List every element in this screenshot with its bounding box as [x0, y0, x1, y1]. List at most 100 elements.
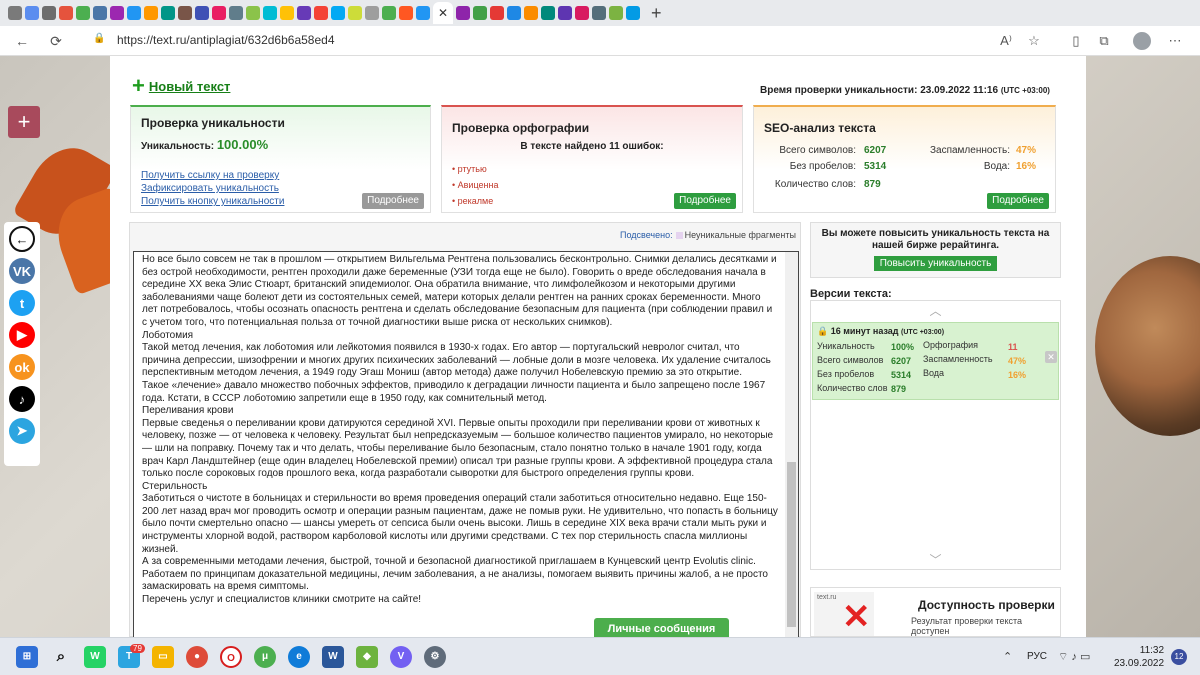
profile-avatar[interactable]	[1133, 32, 1151, 50]
paragraph: Такое «лечение» давало множество побочны…	[142, 379, 766, 404]
browser-tab[interactable]	[490, 6, 504, 20]
browser-tab[interactable]	[365, 6, 379, 20]
spelling-error-item[interactable]: • рекалме	[452, 196, 493, 206]
check-time-label: Время проверки уникальности: 23.09.2022 …	[760, 85, 999, 96]
favorite-star-icon[interactable]: ☆	[1024, 31, 1044, 51]
browser-tab[interactable]	[42, 6, 56, 20]
split-screen-icon[interactable]: ▯	[1066, 31, 1086, 51]
uniqueness-more-button[interactable]: Подробнее	[362, 193, 424, 209]
browser-tab[interactable]	[575, 6, 589, 20]
browser-menu-icon[interactable]: ⋯	[1165, 31, 1185, 51]
browser-tab[interactable]	[263, 6, 277, 20]
new-tab-button[interactable]: +	[651, 3, 662, 23]
word-icon[interactable]: W	[322, 646, 344, 668]
start-button-icon[interactable]: ⊞	[16, 646, 38, 668]
browser-tab[interactable]	[331, 6, 345, 20]
tab-close-icon[interactable]: ✕	[433, 2, 453, 24]
browser-tab[interactable]	[127, 6, 141, 20]
edge-icon[interactable]: e	[288, 646, 310, 668]
url-input[interactable]: https://text.ru/antiplagiat/632d6b6a58ed…	[117, 33, 335, 47]
browser-tab[interactable]	[609, 6, 623, 20]
browser-tab[interactable]	[144, 6, 158, 20]
browser-tab[interactable]	[348, 6, 362, 20]
lock-icon[interactable]: 🔒	[93, 33, 105, 44]
collections-icon[interactable]: ⧉	[1094, 31, 1114, 51]
get-link-link[interactable]: Получить ссылку на проверку	[141, 170, 279, 181]
browser-tab[interactable]	[161, 6, 175, 20]
browser-tab[interactable]	[456, 6, 470, 20]
torrent-icon[interactable]: μ	[254, 646, 276, 668]
browser-tab[interactable]	[524, 6, 538, 20]
back-icon[interactable]: ←	[9, 226, 35, 252]
chevron-up-icon[interactable]: ︿	[811, 302, 1060, 320]
tray-chevron-icon[interactable]: ⌃	[1003, 650, 1012, 663]
browser-tab[interactable]	[592, 6, 606, 20]
spelling-more-button[interactable]: Подробнее	[674, 193, 736, 209]
browser-tab[interactable]	[280, 6, 294, 20]
browser-tab[interactable]	[212, 6, 226, 20]
browser-tab[interactable]	[473, 6, 487, 20]
browser-tab[interactable]	[382, 6, 396, 20]
browser-tab[interactable]	[541, 6, 555, 20]
browser-tab[interactable]	[195, 6, 209, 20]
add-widget-button[interactable]: +	[8, 106, 40, 138]
vk-icon[interactable]: VK	[9, 258, 35, 284]
spelling-error-item[interactable]: • ртутью	[452, 164, 487, 174]
app-icon[interactable]: ◆	[356, 646, 378, 668]
browser-tab[interactable]	[416, 6, 430, 20]
browser-tab[interactable]	[297, 6, 311, 20]
editor-scrollbar[interactable]	[785, 252, 798, 637]
reload-icon[interactable]: ⟳	[46, 31, 66, 51]
browser-tab[interactable]	[8, 6, 22, 20]
chevron-down-icon[interactable]: ﹀	[811, 551, 1060, 569]
browser-tab[interactable]	[314, 6, 328, 20]
highlight-swatch[interactable]	[675, 232, 683, 240]
uniqueness-row: Уникальность: 100.00%	[141, 137, 268, 152]
seo-more-button[interactable]: Подробнее	[987, 193, 1049, 209]
new-text-link[interactable]: Новый текст	[149, 79, 231, 94]
search-icon[interactable]: ⌕	[50, 646, 72, 668]
telegram-icon[interactable]: ➤	[9, 418, 35, 444]
browser-tab[interactable]	[558, 6, 572, 20]
opera-icon[interactable]: O	[220, 646, 242, 668]
file-explorer-icon[interactable]: ▭	[152, 646, 174, 668]
whatsapp-icon[interactable]: W	[84, 646, 106, 668]
system-tray-icons[interactable]: ⌔ ♪ ▭	[1058, 650, 1090, 664]
back-arrow-icon[interactable]: ←	[12, 31, 32, 51]
browser-tab[interactable]	[229, 6, 243, 20]
editor-text[interactable]: Но все было совсем не так в прошлом — от…	[142, 254, 778, 607]
fix-uniqueness-link[interactable]: Зафиксировать уникальность	[141, 183, 279, 194]
viber-icon[interactable]: V	[390, 646, 412, 668]
tiktok-icon[interactable]: ♪	[9, 386, 35, 412]
language-indicator[interactable]: РУС	[1027, 651, 1047, 662]
highlight-fragments-toggle[interactable]: Неуникальные фрагменты	[685, 230, 796, 240]
browser-tab[interactable]	[110, 6, 124, 20]
twitter-icon[interactable]: t	[9, 290, 35, 316]
browser-tab[interactable]	[59, 6, 73, 20]
version-words-label: Количество слов	[817, 383, 888, 393]
version-spam-label: Заспамленность	[923, 354, 993, 364]
version-card[interactable]: 🔒 16 минут назад (UTC +03:00) Уникальнос…	[812, 322, 1059, 400]
browser-tab[interactable]	[246, 6, 260, 20]
editor-scroll-thumb[interactable]	[787, 462, 796, 627]
text-input[interactable]: Но все было совсем не так в прошлом — от…	[133, 251, 799, 638]
read-aloud-icon[interactable]: A⁾	[996, 31, 1016, 51]
bump-uniqueness-button[interactable]: Повысить уникальность	[873, 256, 998, 271]
chrome-icon[interactable]: ●	[186, 646, 208, 668]
browser-tab[interactable]	[626, 6, 640, 20]
clock[interactable]: 11:32 23.09.2022	[1114, 644, 1164, 670]
youtube-icon[interactable]: ▶	[9, 322, 35, 348]
browser-tab[interactable]	[399, 6, 413, 20]
browser-tab[interactable]	[507, 6, 521, 20]
delete-version-icon[interactable]: ✕	[1045, 351, 1057, 363]
browser-tab[interactable]	[178, 6, 192, 20]
browser-tab[interactable]	[25, 6, 39, 20]
spelling-error-item[interactable]: • Авиценна	[452, 180, 498, 190]
availability-subtitle: Результат проверки текста доступен	[911, 616, 1023, 636]
get-button-link[interactable]: Получить кнопку уникальности	[141, 196, 284, 207]
odnoklassniki-icon[interactable]: ok	[9, 354, 35, 380]
settings-gear-icon[interactable]: ⚙	[424, 646, 446, 668]
notification-badge[interactable]: 12	[1171, 649, 1187, 665]
browser-tab[interactable]	[93, 6, 107, 20]
browser-tab[interactable]	[76, 6, 90, 20]
